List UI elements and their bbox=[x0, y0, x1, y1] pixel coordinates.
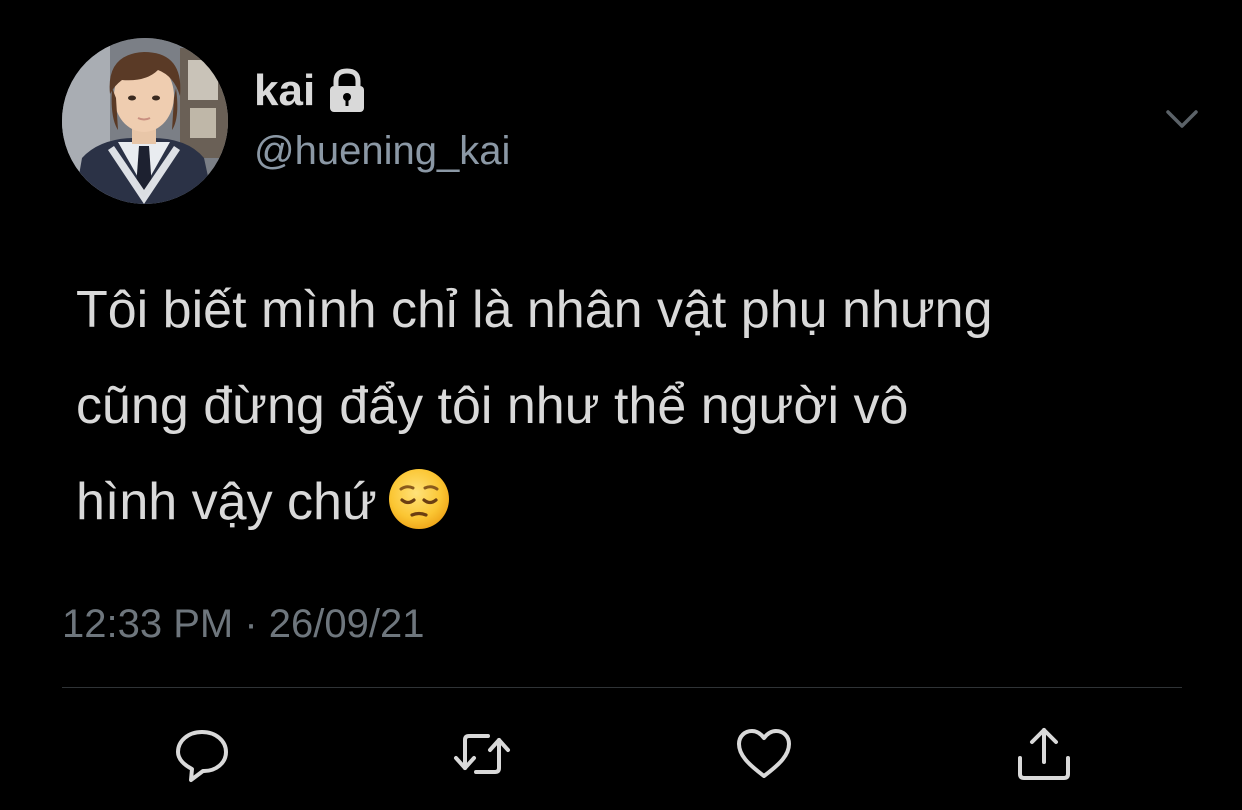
tweet-time: 12:33 PM bbox=[62, 602, 234, 646]
share-button[interactable] bbox=[1014, 724, 1074, 784]
reply-button[interactable] bbox=[172, 724, 232, 784]
tweet-text: Tôi biết mình chỉ là nhân vật phụ nhưng … bbox=[76, 262, 1186, 550]
lock-icon bbox=[327, 67, 367, 115]
tweet-timestamp[interactable]: 12:33 PM · 26/09/21 bbox=[62, 598, 425, 650]
pensive-face-emoji bbox=[387, 466, 451, 530]
chevron-down-icon[interactable] bbox=[1162, 104, 1202, 134]
heart-icon bbox=[737, 729, 791, 778]
tweet-text-line-last: hình vậy chứ bbox=[76, 454, 1186, 550]
author-name-row[interactable]: kai bbox=[254, 64, 367, 118]
divider bbox=[62, 687, 1182, 688]
reply-icon bbox=[176, 730, 228, 782]
author-handle[interactable]: @huening_kai bbox=[254, 126, 510, 176]
tweet-date: 26/09/21 bbox=[268, 602, 425, 646]
display-name[interactable]: kai bbox=[254, 64, 315, 118]
avatar-image bbox=[62, 38, 228, 204]
like-button[interactable] bbox=[734, 724, 794, 784]
avatar[interactable] bbox=[62, 38, 228, 204]
share-icon bbox=[1018, 728, 1070, 780]
retweet-button[interactable] bbox=[452, 724, 512, 784]
tweet-text-line: cũng đừng đẩy tôi như thể người vô bbox=[76, 377, 909, 435]
meta-separator: · bbox=[244, 602, 258, 646]
retweet-icon bbox=[454, 734, 510, 774]
tweet-text-line: hình vậy chứ bbox=[76, 473, 377, 531]
tweet-text-line: Tôi biết mình chỉ là nhân vật phụ nhưng bbox=[76, 281, 993, 339]
